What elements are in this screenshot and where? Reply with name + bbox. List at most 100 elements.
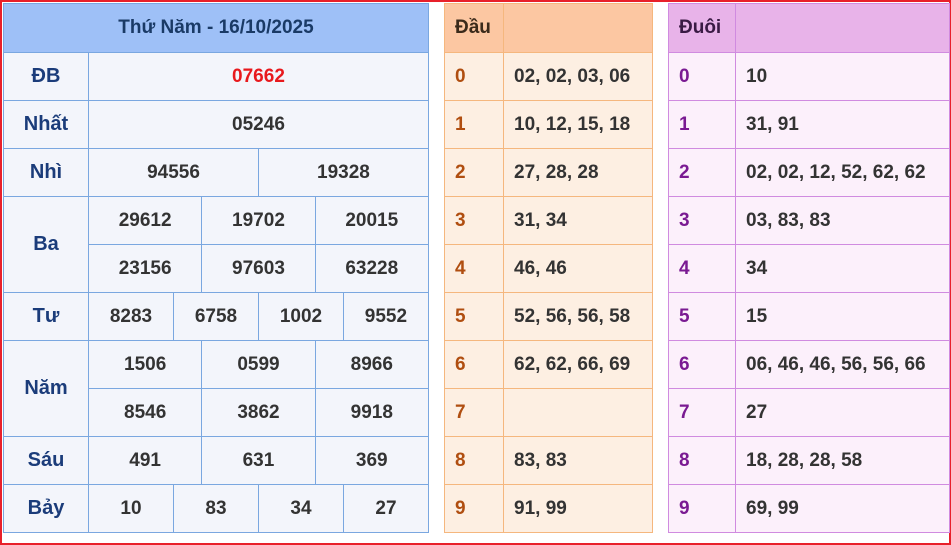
prize-label-bay: Bảy	[3, 484, 89, 533]
prize-label-nhat: Nhất	[3, 100, 89, 149]
prize-value-nam: 8966	[314, 340, 429, 389]
prize-value-ba: 23156	[87, 244, 203, 293]
prize-row-nhi: Nhì 94556 19328	[3, 148, 429, 197]
dau-row: 3 31, 34	[444, 196, 653, 245]
dau-values: 83, 83	[503, 436, 653, 485]
prize-row-nhat: Nhất 05246	[3, 100, 429, 149]
duoi-values: 31, 91	[735, 100, 950, 149]
prize-value-nhat: 05246	[88, 100, 429, 149]
duoi-values: 03, 83, 83	[735, 196, 950, 245]
prize-label-nam: Năm	[3, 340, 89, 437]
dau-digit: 1	[444, 100, 504, 149]
duoi-row: 1 31, 91	[668, 100, 950, 149]
duoi-digit: 7	[668, 388, 736, 437]
duoi-row: 2 02, 02, 12, 52, 62, 62	[668, 148, 950, 197]
prize-value-ba: 29612	[87, 196, 203, 245]
duoi-row: 0 10	[668, 52, 950, 101]
prize-value-tu: 1002	[257, 292, 344, 341]
left-border	[0, 0, 2, 545]
dau-row: 5 52, 56, 56, 58	[444, 292, 653, 341]
dau-values: 91, 99	[503, 484, 653, 533]
dau-header: Đầu	[444, 3, 504, 53]
prize-value-db: 07662	[88, 52, 429, 101]
dau-digit: 2	[444, 148, 504, 197]
duoi-values: 10	[735, 52, 950, 101]
dau-values: 46, 46	[503, 244, 653, 293]
prize-value-sau: 491	[87, 436, 203, 485]
dau-digit: 6	[444, 340, 504, 389]
prize-label-ba: Ba	[3, 196, 89, 293]
dau-row: 2 27, 28, 28	[444, 148, 653, 197]
prize-value-bay: 10	[88, 484, 174, 533]
duoi-digit: 6	[668, 340, 736, 389]
prize-label-db: ĐB	[3, 52, 89, 101]
prize-row-db: ĐB 07662	[3, 52, 429, 101]
dau-row: 4 46, 46	[444, 244, 653, 293]
dau-row: 7	[444, 388, 653, 437]
duoi-digit: 9	[668, 484, 736, 533]
dau-row: 9 91, 99	[444, 484, 653, 533]
prize-value-bay: 83	[172, 484, 259, 533]
prize-row-ba: Ba 29612 19702 20015	[3, 196, 429, 293]
prize-value-ba: 20015	[314, 196, 429, 245]
prize-value-sau: 369	[314, 436, 429, 485]
dau-digit: 5	[444, 292, 504, 341]
duoi-values: 02, 02, 12, 52, 62, 62	[735, 148, 950, 197]
dau-digit: 0	[444, 52, 504, 101]
duoi-values: 34	[735, 244, 950, 293]
results-date-title: Thứ Năm - 16/10/2025	[3, 3, 429, 53]
dau-values: 10, 12, 15, 18	[503, 100, 653, 149]
results-table: Thứ Năm - 16/10/2025 ĐB 07662 Nhất 05246…	[3, 3, 429, 533]
prize-value-bay: 27	[342, 484, 429, 533]
dau-values: 62, 62, 66, 69	[503, 340, 653, 389]
dau-digit: 4	[444, 244, 504, 293]
prize-value-ba: 97603	[201, 244, 316, 293]
dau-digit: 7	[444, 388, 504, 437]
prize-value-tu: 6758	[172, 292, 259, 341]
duoi-row: 4 34	[668, 244, 950, 293]
dau-header-blank	[503, 3, 653, 53]
prize-row-nam: Năm 1506 0599 8966	[3, 340, 429, 437]
dau-values: 31, 34	[503, 196, 653, 245]
duoi-digit: 3	[668, 196, 736, 245]
prize-row-sau: Sáu 491 631 369	[3, 436, 429, 485]
dau-row: 6 62, 62, 66, 69	[444, 340, 653, 389]
duoi-digit: 8	[668, 436, 736, 485]
duoi-values: 06, 46, 46, 56, 56, 66	[735, 340, 950, 389]
dau-row: 8 83, 83	[444, 436, 653, 485]
prize-value-tu: 9552	[342, 292, 429, 341]
prize-value-nam: 0599	[201, 340, 316, 389]
prize-row-bay: Bảy 10 83 34 27	[3, 484, 429, 533]
duoi-row: 9 69, 99	[668, 484, 950, 533]
prize-value-nhi: 19328	[257, 148, 429, 197]
prize-value-sau: 631	[201, 436, 316, 485]
dau-table: Đầu 0 02, 02, 03, 06 1 10, 12, 15, 18 2 27,…	[444, 3, 653, 533]
duoi-digit: 2	[668, 148, 736, 197]
prize-value-nam: 8546	[87, 388, 203, 437]
duoi-header-blank	[735, 3, 950, 53]
duoi-values: 27	[735, 388, 950, 437]
duoi-values: 69, 99	[735, 484, 950, 533]
prize-value-nhi: 94556	[88, 148, 259, 197]
prize-value-nam: 9918	[314, 388, 429, 437]
duoi-digit: 4	[668, 244, 736, 293]
dau-row: 0 02, 02, 03, 06	[444, 52, 653, 101]
dau-values: 02, 02, 03, 06	[503, 52, 653, 101]
dau-digit: 8	[444, 436, 504, 485]
duoi-row: 8 18, 28, 28, 58	[668, 436, 950, 485]
prize-row-tu: Tư 8283 6758 1002 9552	[3, 292, 429, 341]
duoi-digit: 1	[668, 100, 736, 149]
duoi-values: 18, 28, 28, 58	[735, 436, 950, 485]
prize-value-nam: 3862	[201, 388, 316, 437]
duoi-row: 3 03, 83, 83	[668, 196, 950, 245]
dau-digit: 3	[444, 196, 504, 245]
duoi-digit: 5	[668, 292, 736, 341]
dau-values	[503, 388, 653, 437]
dau-values: 27, 28, 28	[503, 148, 653, 197]
prize-label-sau: Sáu	[3, 436, 89, 485]
duoi-table: Đuôi 0 10 1 31, 91 2 02, 02, 12, 52, 62, 62…	[668, 3, 950, 533]
prize-value-ba: 63228	[314, 244, 429, 293]
prize-value-nam: 1506	[87, 340, 203, 389]
top-border	[0, 0, 951, 2]
prize-value-ba: 19702	[201, 196, 316, 245]
